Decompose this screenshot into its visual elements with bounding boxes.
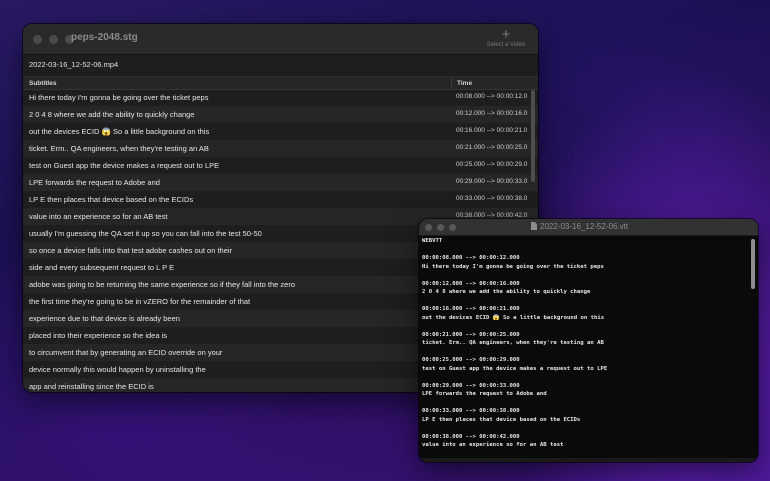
vtt-line: Hi there today I'm gonna be going over t… — [422, 263, 604, 270]
table-scrollbar[interactable] — [531, 90, 535, 182]
vtt-line — [422, 271, 747, 280]
time-cell[interactable]: 00:25.000 --> 00:00:29.0 — [456, 161, 530, 168]
subtitle-text-cell[interactable]: LP E then places that device based on th… — [29, 195, 193, 204]
select-video-button[interactable]: + Select a Video — [481, 26, 531, 48]
vtt-line: 00:00:38.000 --> 00:00:42.000 — [422, 433, 520, 440]
table-row[interactable]: Hi there today I'm gonna be going over t… — [23, 89, 538, 106]
vtt-line — [422, 450, 747, 459]
table-row[interactable]: test on Guest app the device makes a req… — [23, 157, 538, 174]
subtitle-text-cell[interactable]: experience due to that device is already… — [29, 314, 180, 323]
vtt-line: WEBVTT — [422, 238, 443, 244]
vtt-line: 00:00:25.000 --> 00:00:29.000 — [422, 357, 520, 363]
vtt-line — [422, 297, 747, 306]
time-cell[interactable]: 00:29.000 --> 00:00:33.0 — [456, 178, 530, 185]
vtt-title-bar[interactable]: 2022-03-16_12-52-06.vtt — [419, 219, 758, 236]
subtitle-text-cell[interactable]: test on Guest app the device makes a req… — [29, 161, 219, 170]
column-divider[interactable] — [451, 78, 452, 88]
vtt-text-content[interactable]: WEBVTT 00:00:08.000 --> 00:00:12.000 Hi th… — [422, 237, 747, 459]
table-row[interactable]: LPE forwards the request to Adobe and 00:… — [23, 174, 538, 191]
vtt-line: LP E then places that device based on th… — [422, 416, 581, 423]
vtt-window-controls — [425, 224, 456, 231]
table-header: Subtitles Time — [23, 76, 538, 90]
window-controls — [33, 35, 74, 44]
vtt-line: 2 0 4 8 where we add the ability to quic… — [422, 289, 591, 295]
subtitle-text-cell[interactable]: Hi there today I'm gonna be going over t… — [29, 93, 208, 102]
subtitle-text-cell[interactable]: placed into their experience so the idea… — [29, 331, 167, 340]
vtt-line: out the devices ECID 😱 So a little backg… — [422, 314, 605, 321]
time-cell[interactable]: 00:16.000 --> 00:00:21.0 — [456, 127, 530, 134]
vtt-zoom-button[interactable] — [449, 224, 456, 231]
vtt-line — [422, 322, 747, 331]
column-header-subtitles[interactable]: Subtitles — [29, 80, 56, 87]
vtt-line — [422, 348, 747, 357]
subtitle-text-cell[interactable]: LPE forwards the request to Adobe and — [29, 178, 160, 187]
vtt-preview-window: 2022-03-16_12-52-06.vtt WEBVTT 00:00:08.0… — [419, 219, 758, 462]
minimize-button[interactable] — [49, 35, 58, 44]
close-button[interactable] — [33, 35, 42, 44]
time-cell[interactable]: 00:21.000 --> 00:00:25.0 — [456, 144, 530, 151]
vtt-line: 00:00:21.000 --> 00:00:25.000 — [422, 331, 520, 338]
vtt-minimize-button[interactable] — [437, 224, 444, 231]
vtt-line: 00:00:33.000 --> 00:00:38.000 — [422, 408, 520, 414]
table-row[interactable]: LP E then places that device based on th… — [23, 191, 538, 208]
vtt-line: ticket. Erm.. QA engineers, when they're… — [422, 340, 604, 346]
vtt-line: 00:00:16.000 --> 00:00:21.000 — [422, 306, 520, 312]
time-cell[interactable]: 00:33.000 --> 00:00:38.0 — [456, 195, 530, 202]
vtt-line — [422, 373, 747, 382]
vtt-line: 00:00:12.000 --> 00:00:16.000 — [422, 280, 520, 287]
subtitle-text-cell[interactable]: ticket. Erm.. QA engineers, when they're… — [29, 144, 209, 153]
title-bar[interactable]: peps-2048.stg + Select a Video — [23, 24, 538, 55]
vtt-line: LPE forwards the request to Adobe and — [422, 391, 547, 397]
vtt-line: 00:00:08.000 --> 00:00:12.000 — [422, 255, 520, 261]
subtitle-text-cell[interactable]: app and reinstalling since the ECID is — [29, 382, 154, 391]
time-cell[interactable]: 00:08.000 --> 00:00:12.0 — [456, 93, 530, 100]
vtt-line — [422, 424, 747, 433]
subtitle-text-cell[interactable]: out the devices ECID 😱 So a little backg… — [29, 127, 209, 136]
table-row[interactable]: out the devices ECID 😱 So a little backg… — [23, 123, 538, 140]
document-icon — [531, 222, 537, 230]
video-filename: 2022-03-16_12-52-06.mp4 — [29, 60, 119, 69]
vtt-bottom-bar — [419, 458, 758, 462]
subtitle-text-cell[interactable]: adobe was going to be returning the same… — [29, 280, 295, 289]
table-row[interactable]: 2 0 4 8 where we add the ability to quic… — [23, 106, 538, 123]
vtt-title-text: 2022-03-16_12-52-06.vtt — [540, 222, 629, 231]
vtt-window-title: 2022-03-16_12-52-06.vtt — [531, 222, 628, 231]
vtt-line: value into an experience so for an AB te… — [422, 442, 564, 448]
subtitle-text-cell[interactable]: usually I'm guessing the QA set it up so… — [29, 229, 262, 238]
vtt-line — [422, 246, 747, 255]
time-cell[interactable]: 00:12.000 --> 00:00:16.0 — [456, 110, 530, 117]
select-video-label: Select a Video — [486, 42, 526, 48]
window-title: peps-2048.stg — [71, 32, 138, 43]
subtitle-text-cell[interactable]: so once a device falls into that test ad… — [29, 246, 232, 255]
plus-icon: + — [501, 26, 511, 43]
subtitle-text-cell[interactable]: side and every subsequent request to L P… — [29, 263, 174, 272]
table-row[interactable]: ticket. Erm.. QA engineers, when they're… — [23, 140, 538, 157]
vtt-line: test on Guest app the device makes a req… — [422, 365, 608, 372]
vtt-scrollbar[interactable] — [751, 239, 755, 289]
column-header-time[interactable]: Time — [457, 80, 472, 87]
time-cell[interactable]: 00:38.000 --> 00:00:42.0 — [456, 212, 530, 219]
vtt-line — [422, 399, 747, 408]
subtitle-text-cell[interactable]: value into an experience so for an AB te… — [29, 212, 167, 221]
vtt-close-button[interactable] — [425, 224, 432, 231]
subtitle-text-cell[interactable]: device normally this would happen by uni… — [29, 365, 206, 374]
subtitle-text-cell[interactable]: 2 0 4 8 where we add the ability to quic… — [29, 110, 195, 119]
subtitle-text-cell[interactable]: to circumvent that by generating an ECID… — [29, 348, 222, 357]
vtt-line: 00:00:29.000 --> 00:00:33.000 — [422, 382, 520, 389]
subtitle-text-cell[interactable]: the first time they're going to be in vZ… — [29, 297, 250, 306]
